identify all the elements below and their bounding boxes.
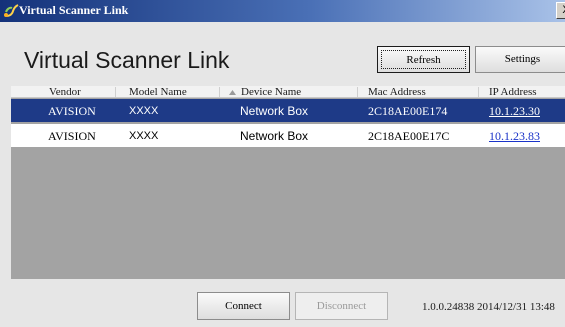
- device-name-cell: Network Box: [240, 129, 309, 143]
- column-header-device-name[interactable]: Device Name: [241, 86, 301, 98]
- ip-address-link[interactable]: 10.1.23.30: [489, 104, 540, 118]
- column-divider[interactable]: [219, 87, 220, 97]
- close-button[interactable]: X: [556, 2, 565, 19]
- scanner-link-icon: [4, 4, 19, 17]
- model-name-cell: XXXX: [129, 105, 159, 117]
- vendor-cell: AVISION: [48, 129, 96, 143]
- refresh-button[interactable]: Refresh: [377, 46, 470, 73]
- vendor-cell: AVISION: [48, 104, 96, 118]
- column-divider[interactable]: [115, 87, 116, 97]
- refresh-button-label: Refresh: [381, 50, 466, 69]
- column-header-vendor[interactable]: Vendor: [49, 86, 81, 98]
- mac-address-cell: 2C18AE00E17C: [368, 129, 450, 143]
- disconnect-button[interactable]: Disconnect: [295, 292, 388, 320]
- sort-ascending-icon: [229, 90, 236, 95]
- settings-button[interactable]: Settings: [475, 46, 565, 73]
- connect-button[interactable]: Connect: [197, 292, 290, 320]
- title-bar[interactable]: Virtual Scanner Link X: [0, 0, 565, 22]
- device-name-cell: Network Box: [240, 104, 309, 118]
- app-title: Virtual Scanner Link: [24, 47, 230, 73]
- column-divider[interactable]: [478, 87, 479, 97]
- mac-address-cell: 2C18AE00E174: [368, 104, 448, 118]
- device-list[interactable]: Vendor Model Name Device Name Mac Addres…: [11, 86, 565, 279]
- status-text: 1.0.0.24838 2014/12/31 13:48: [422, 301, 555, 313]
- model-name-cell: XXXX: [129, 130, 159, 142]
- column-divider[interactable]: [357, 87, 358, 97]
- table-row[interactable]: AVISION XXXX Network Box 2C18AE00E174 10…: [11, 99, 565, 122]
- scanner-link-window: Virtual Scanner Link X Virtual Scanner L…: [0, 0, 565, 327]
- list-header: Vendor Model Name Device Name Mac Addres…: [11, 86, 565, 98]
- window-title: Virtual Scanner Link: [19, 3, 129, 17]
- ip-address-link[interactable]: 10.1.23.83: [489, 129, 540, 143]
- table-row[interactable]: AVISION XXXX Network Box 2C18AE00E17C 10…: [11, 124, 565, 147]
- column-header-mac-address[interactable]: Mac Address: [368, 86, 426, 98]
- column-header-ip-address[interactable]: IP Address: [489, 86, 537, 98]
- column-header-model-name[interactable]: Model Name: [129, 86, 187, 98]
